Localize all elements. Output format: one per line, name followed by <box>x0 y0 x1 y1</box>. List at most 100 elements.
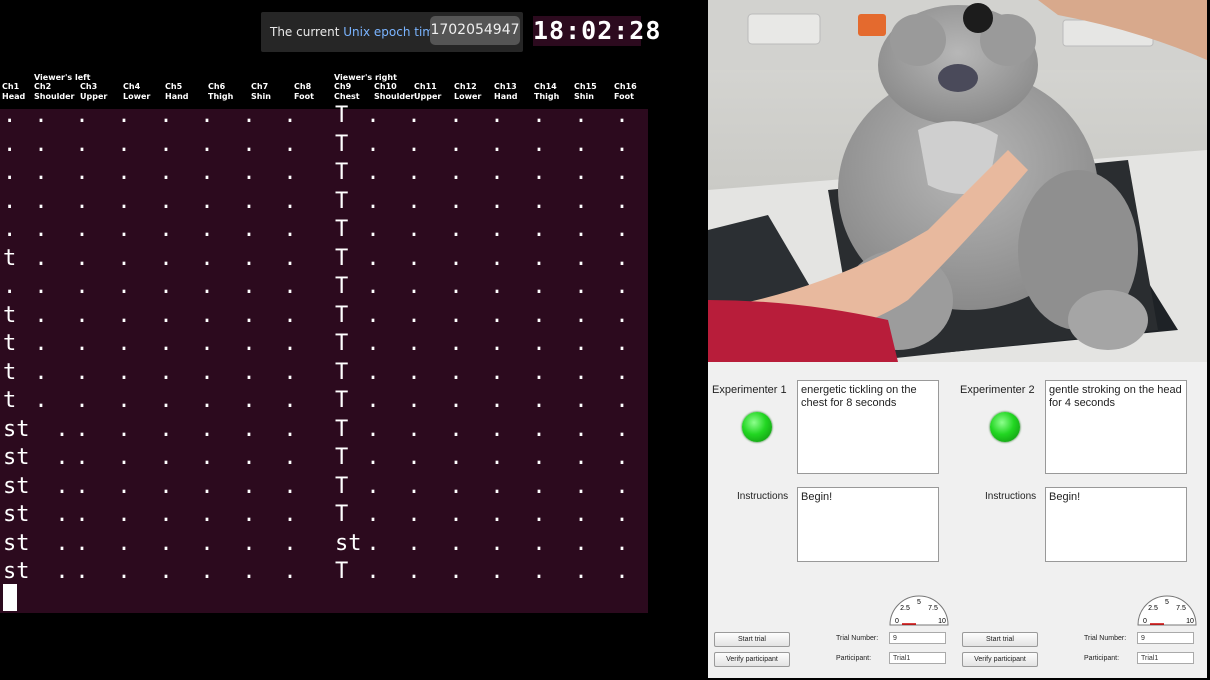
terminal-cell: . <box>117 416 131 442</box>
terminal-cell: . <box>75 473 89 499</box>
channel-name: Head <box>2 91 26 101</box>
terminal-cell: . <box>490 530 504 556</box>
verify-participant-button[interactable]: Verify participant <box>962 652 1038 667</box>
terminal-cell: . <box>615 160 629 185</box>
terminal-cell: . <box>407 217 421 242</box>
terminal-cell: . <box>242 502 256 527</box>
terminal-cell: . <box>490 502 504 527</box>
terminal-cell: . <box>34 274 48 299</box>
terminal-cell: . <box>117 188 131 214</box>
channel-id: Ch9 <box>334 82 352 91</box>
terminal-cell: . <box>532 274 546 299</box>
terminal-cell: . <box>117 217 131 242</box>
terminal-cell: . <box>407 388 421 413</box>
terminal-cell: . <box>490 473 504 499</box>
terminal-cell: . <box>449 530 463 556</box>
epoch-text: The current Unix epoch time is <box>270 25 455 39</box>
epoch-link[interactable]: Unix epoch time <box>343 25 441 39</box>
terminal-cell: . <box>159 131 173 157</box>
terminal-cell: . <box>532 160 546 185</box>
experimenter-label: Experimenter 2 <box>960 384 1035 396</box>
terminal-cell: . <box>490 160 504 185</box>
gauge-tick-label: 5 <box>1165 599 1169 606</box>
terminal-cell: . <box>366 530 380 556</box>
terminal-cell: . <box>283 245 297 271</box>
instructions-textarea[interactable]: Begin! <box>1045 487 1187 562</box>
terminal-cell: . <box>200 530 214 556</box>
terminal-cell: . <box>283 388 297 413</box>
terminal-cell: . <box>283 530 297 556</box>
terminal-cell: . <box>574 245 588 271</box>
verify-participant-button[interactable]: Verify participant <box>714 652 790 667</box>
channel-name: Shoulder <box>374 91 415 101</box>
terminal-cell: . <box>366 103 380 128</box>
terminal-cell: . <box>34 388 48 413</box>
terminal-cell: . <box>117 559 131 584</box>
terminal-cell: . <box>117 502 131 527</box>
terminal-cell: . <box>366 331 380 356</box>
channel-header: Ch12 Lower <box>454 82 481 101</box>
channel-header: Ch15 Shin <box>574 82 597 101</box>
channel-id: Ch4 <box>123 82 141 91</box>
terminal-cell: . <box>200 302 214 328</box>
terminal-cell: . <box>407 103 421 128</box>
status-led <box>742 412 772 442</box>
terminal-cell: . <box>159 245 173 271</box>
terminal-cell: . <box>449 331 463 356</box>
channel-header: Ch7 Shin <box>251 82 271 101</box>
terminal-cell: . <box>366 188 380 214</box>
start-trial-button[interactable]: Start trial <box>962 632 1038 647</box>
terminal-cell: st <box>3 502 30 527</box>
epoch-time-banner: The current Unix epoch time is 170205494… <box>261 12 523 52</box>
channel-name: Foot <box>294 91 314 101</box>
terminal-cell: . <box>407 188 421 214</box>
channel-name: Hand <box>165 91 189 101</box>
terminal-cell: . <box>532 530 546 556</box>
channel-name: Lower <box>454 91 482 101</box>
terminal-cell: . <box>159 302 173 328</box>
terminal-cell: . <box>75 188 89 214</box>
terminal-cell: . <box>242 559 256 584</box>
terminal-cell: . <box>75 559 89 584</box>
description-textarea[interactable]: gentle stroking on the head for 4 second… <box>1045 380 1187 474</box>
gauge-tick-label: 5 <box>917 599 921 606</box>
start-trial-button[interactable]: Start trial <box>714 632 790 647</box>
terminal-cell: . <box>532 188 546 214</box>
terminal-cell: . <box>242 416 256 442</box>
terminal-cell: . <box>490 245 504 271</box>
terminal-cell: . <box>490 388 504 413</box>
terminal-cell: . <box>615 188 629 214</box>
terminal-cell: . <box>200 188 214 214</box>
terminal-cell: . <box>366 245 380 271</box>
trial-number-field[interactable]: 9 <box>889 632 946 644</box>
terminal-cell: . <box>283 416 297 442</box>
terminal-cell: . <box>407 502 421 527</box>
terminal-cell: . <box>75 245 89 271</box>
terminal-cell: . <box>615 131 629 157</box>
channel-name: Lower <box>123 91 151 101</box>
terminal-cell: . <box>283 188 297 214</box>
instructions-textarea[interactable]: Begin! <box>797 487 939 562</box>
participant-field[interactable]: Trial1 <box>889 652 946 664</box>
video-frame <box>708 0 1207 362</box>
terminal-cell: . <box>200 103 214 128</box>
participant-field[interactable]: Trial1 <box>1137 652 1194 664</box>
terminal-cell: . <box>117 388 131 413</box>
terminal-cell: . <box>34 217 48 242</box>
channel-id: Ch14 <box>534 82 557 91</box>
terminal-cell: . <box>490 559 504 584</box>
terminal-cell: . <box>117 530 131 556</box>
terminal-cell: . <box>200 274 214 299</box>
terminal-cell: . <box>574 160 588 185</box>
gauge-tick-label: 2.5 <box>1148 605 1158 612</box>
channel-id: Ch2 <box>34 82 52 91</box>
terminal-cell: . <box>366 160 380 185</box>
channel-name: Shin <box>251 91 271 101</box>
trial-number-field[interactable]: 9 <box>1137 632 1194 644</box>
description-textarea[interactable]: energetic tickling on the chest for 8 se… <box>797 380 939 474</box>
channel-id: Ch11 <box>414 82 437 91</box>
terminal-cell: . <box>615 445 629 470</box>
viewers-right-header: Viewer's right <box>334 73 397 82</box>
terminal-cell: . <box>200 416 214 442</box>
terminal-cell: . <box>200 473 214 499</box>
